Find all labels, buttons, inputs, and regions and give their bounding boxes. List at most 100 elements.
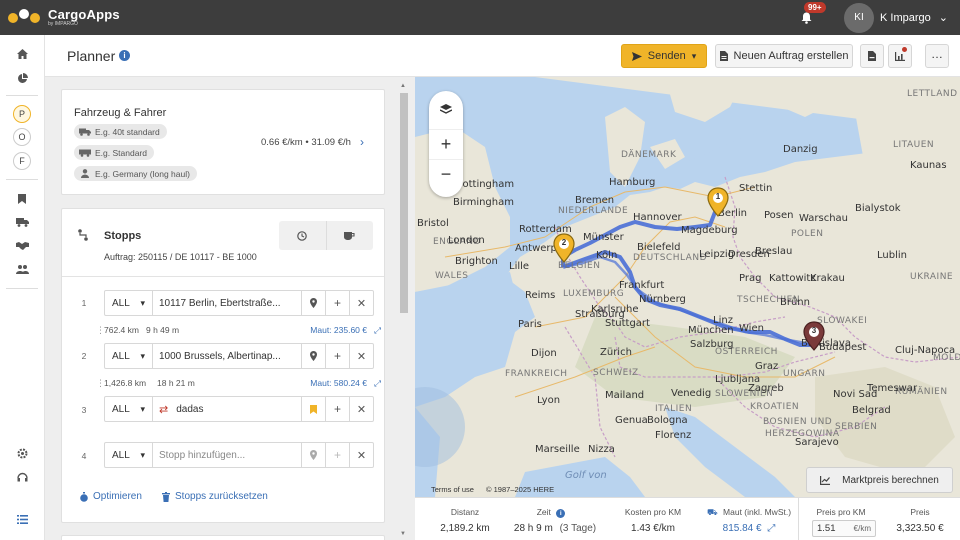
nav-planner[interactable]: P <box>13 105 31 123</box>
stop-row[interactable]: ALL ▾ 10117 Berlin, Ebertstraße... + ✕ <box>104 290 374 316</box>
stopwatch-icon <box>80 491 88 502</box>
app-name: CargoApps <box>48 7 120 22</box>
vehicle-chip[interactable]: E.g. 40t standard <box>74 124 167 139</box>
handshake-icon[interactable] <box>14 237 30 253</box>
top-bar: CargoApps by IMPARGO 99+ KI K Impargo ⌄ <box>0 0 960 35</box>
new-order-button[interactable]: Neuen Auftrag erstellen <box>715 44 853 68</box>
market-price-button[interactable]: Marktpreis berechnen <box>806 467 953 493</box>
price-value[interactable]: 3,323.50 € <box>885 523 955 534</box>
driver-chip[interactable]: E.g. Germany (long haul) <box>74 166 197 181</box>
stop-address-input[interactable]: 1000 Brussels, Albertinap... <box>153 344 301 368</box>
user-name[interactable]: K Impargo <box>880 12 931 24</box>
gear-icon[interactable] <box>14 445 30 461</box>
leg-maut[interactable]: Maut: 580.24 € <box>310 378 367 388</box>
chevron-down-icon[interactable]: ⌄ <box>939 11 948 24</box>
report-button[interactable] <box>888 44 912 68</box>
expand-icon[interactable]: ⤢ <box>374 378 381 389</box>
pdf-button[interactable] <box>860 44 884 68</box>
stop-row[interactable]: ALL ▾ 1000 Brussels, Albertinap... + ✕ <box>104 343 374 369</box>
reset-stops-label: Stopps zurücksetzen <box>175 491 268 502</box>
notifications-button[interactable]: 99+ <box>796 1 826 28</box>
location-pin-icon[interactable] <box>301 443 325 467</box>
nav-orders[interactable]: O <box>13 128 31 146</box>
expand-icon[interactable]: ⤢ <box>767 523 775 534</box>
bookmark-icon[interactable] <box>301 397 325 421</box>
trailer-chip[interactable]: E.g. Standard <box>74 145 154 160</box>
remove-stop-icon[interactable]: ✕ <box>349 397 373 421</box>
scroll-down-icon[interactable]: ▼ <box>400 531 406 537</box>
leg-info: ⋮ 1,426.8 km 18 h 21 m Maut: 580.24 € ⤢ <box>96 377 381 389</box>
stop-type-select[interactable]: ALL ▾ <box>105 443 153 467</box>
list-collapse-icon[interactable] <box>14 511 30 527</box>
add-stop-input[interactable]: Stopp hinzufügen... <box>153 443 301 467</box>
scroll-up-icon[interactable]: ▲ <box>400 83 406 89</box>
stop-type-select[interactable]: ALL ▾ <box>105 291 153 315</box>
price-per-km-input[interactable]: 1.51 €/km <box>812 520 876 537</box>
remove-stop-icon[interactable]: ✕ <box>349 443 373 467</box>
chevron-right-icon[interactable]: › <box>360 135 364 149</box>
truck-icon[interactable] <box>14 214 30 230</box>
location-pin-icon[interactable] <box>301 344 325 368</box>
layers-icon[interactable] <box>429 95 463 125</box>
distance-value: 2,189.2 km <box>440 523 490 534</box>
stop-address-input[interactable]: 10117 Berlin, Ebertstraße... <box>153 291 301 315</box>
users-icon[interactable] <box>14 261 30 277</box>
home-icon[interactable] <box>14 46 30 62</box>
planner-panel[interactable]: Fahrzeug & Fahrer E.g. 40t standard E.g.… <box>45 77 415 540</box>
route-map[interactable]: DÄNEMARK LITAUEN LETTLAND NIEDERLANDE DE… <box>415 77 960 497</box>
info-icon[interactable]: i <box>556 509 566 518</box>
bookmark-icon[interactable] <box>14 191 30 207</box>
clock-icon[interactable] <box>279 221 327 250</box>
add-stop-icon[interactable]: + <box>325 291 349 315</box>
time-days: (3 Tage) <box>559 523 597 534</box>
headset-icon[interactable] <box>14 469 30 485</box>
toll-value[interactable]: 815.84 € ⤢ <box>701 523 797 534</box>
schedule-toggle[interactable] <box>279 221 373 250</box>
map-city-label: Brünn <box>780 297 810 308</box>
toll-label: ⛟ Maut (inkl. MwSt.) <box>701 507 797 519</box>
expand-icon[interactable]: ⤢ <box>374 325 381 336</box>
add-stop-icon[interactable]: + <box>325 397 349 421</box>
stop-address-input[interactable]: ⇄ dadas <box>153 397 301 421</box>
leg-maut[interactable]: Maut: 235.60 € <box>310 325 367 335</box>
alert-dot <box>902 47 907 52</box>
stops-card[interactable]: Stopps Auftrag: 250115 / DE 10117 - BE 1… <box>61 208 385 523</box>
avatar[interactable]: KI <box>844 2 875 33</box>
terms-link[interactable]: Terms of use <box>431 485 474 494</box>
app-logo[interactable]: CargoApps by IMPARGO <box>6 7 146 29</box>
map-city-label: Hannover <box>633 212 682 223</box>
map-city-label: Salzburg <box>690 339 734 350</box>
reset-stops-button[interactable]: Stopps zurücksetzen <box>162 491 268 502</box>
pie-chart-icon[interactable] <box>14 70 30 86</box>
remove-stop-icon[interactable]: ✕ <box>349 291 373 315</box>
send-button[interactable]: Senden ▾ <box>621 44 707 68</box>
map-city-label: Nizza <box>588 444 615 455</box>
map-city-label: Florenz <box>655 430 692 441</box>
zoom-out-button[interactable]: − <box>429 159 463 189</box>
panel-scrollbar[interactable]: ▲ ▼ <box>398 83 408 538</box>
map-controls: + − <box>429 91 463 197</box>
stop-type-select[interactable]: ALL ▾ <box>105 344 153 368</box>
map-country-label: WALES <box>435 271 469 281</box>
vehicle-card[interactable]: Fahrzeug & Fahrer E.g. 40t standard E.g.… <box>61 89 385 195</box>
stop-row[interactable]: ALL ▾ ⇄ dadas + ✕ <box>104 396 374 422</box>
map-city-label: Graz <box>755 361 779 372</box>
more-options-button[interactable]: … <box>925 44 949 68</box>
zoom-in-button[interactable]: + <box>429 129 463 159</box>
map-country-label: FRANKREICH <box>505 369 568 379</box>
add-stop-icon[interactable]: + <box>325 344 349 368</box>
stop-type-select[interactable]: ALL ▾ <box>105 397 153 421</box>
price-per-km-value: 1.51 <box>817 523 836 534</box>
location-pin-icon[interactable] <box>301 291 325 315</box>
bell-icon <box>801 12 812 24</box>
map-city-label: Nürnberg <box>639 294 686 305</box>
stop-row[interactable]: ALL ▾ Stopp hinzufügen... + ✕ <box>104 442 374 468</box>
optimize-button[interactable]: Optimieren <box>80 491 142 502</box>
coffee-icon[interactable] <box>327 221 374 250</box>
nav-fleet[interactable]: F <box>13 152 31 170</box>
remove-stop-icon[interactable]: ✕ <box>349 344 373 368</box>
info-icon[interactable]: i <box>119 50 130 61</box>
map-country-label: ITALIEN <box>655 404 693 414</box>
scrollbar-thumb[interactable] <box>400 93 408 313</box>
add-stop-icon[interactable]: + <box>325 443 349 467</box>
